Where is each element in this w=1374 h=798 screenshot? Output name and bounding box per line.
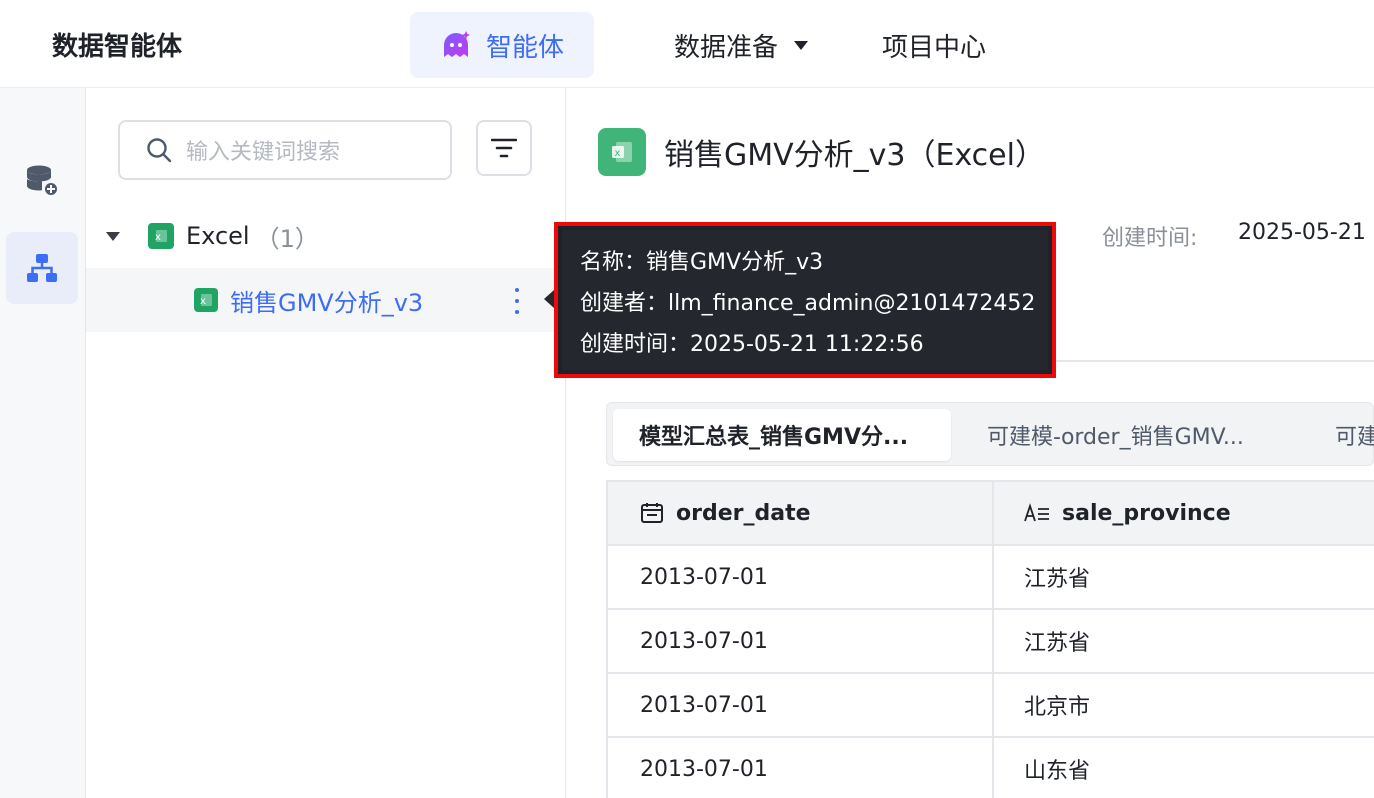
- tree-group-count: （1）: [255, 224, 319, 253]
- tree-group-excel[interactable]: x Excel （1）: [106, 216, 319, 256]
- tooltip-arrow: [544, 290, 554, 308]
- tab-sheet-1[interactable]: 模型汇总表_销售GMV分...: [613, 409, 951, 461]
- tree-group-label: Excel: [186, 222, 250, 250]
- nav-project-center-label: 项目中心: [882, 32, 987, 63]
- column-header-sale-province[interactable]: sale_province: [994, 482, 1374, 544]
- filter-button[interactable]: [476, 120, 532, 176]
- table-cell: 江苏省: [1024, 631, 1091, 656]
- agent-ghost-icon: [443, 31, 470, 57]
- nav-project-center[interactable]: 项目中心: [882, 12, 986, 78]
- data-preview-table: order_date sale_province 2013-07-01 江苏省 …: [606, 480, 1374, 798]
- search-placeholder: 输入关键词搜索: [186, 140, 341, 165]
- search-input[interactable]: 输入关键词搜索: [118, 120, 452, 180]
- filter-icon: [491, 138, 517, 158]
- tab-sheet-3[interactable]: 可建: [1335, 409, 1374, 461]
- table-cell: 2013-07-01: [608, 738, 994, 798]
- table-header: order_date sale_province: [608, 482, 1374, 546]
- svg-text:x: x: [155, 232, 161, 243]
- text-field-icon: [1024, 503, 1049, 522]
- table-cell: 2013-07-01: [608, 610, 994, 672]
- rail-datasource-button[interactable]: [6, 144, 78, 216]
- tab-sheet-2[interactable]: 可建模-order_销售GMV...: [987, 409, 1277, 461]
- tooltip-creator: 创建者：llm_finance_admin@2101472452: [580, 291, 1036, 316]
- more-vertical-icon[interactable]: [510, 288, 524, 314]
- excel-icon: x: [194, 288, 218, 312]
- column-name: sale_province: [1062, 500, 1231, 526]
- rail-model-button[interactable]: [6, 232, 78, 304]
- created-time-value: 2025-05-21 1: [1238, 220, 1374, 245]
- excel-file-icon: x: [598, 128, 646, 176]
- nav-data-prep-label: 数据准备: [674, 32, 779, 63]
- table-row: 2013-07-01 江苏省: [608, 546, 1374, 610]
- tooltip-name: 名称：销售GMV分析_v3: [580, 250, 824, 275]
- table-row: 2013-07-01 山东省: [608, 738, 1374, 798]
- caret-down-icon[interactable]: [106, 231, 120, 241]
- nav-agent-tab[interactable]: 智能体: [410, 12, 594, 78]
- table-cell: 山东省: [1024, 759, 1091, 784]
- brand-title: 数据智能体: [52, 32, 183, 62]
- excel-icon: x: [148, 223, 174, 249]
- sheet-tabs: 模型汇总表_销售GMV分... 可建模-order_销售GMV... 可建: [606, 402, 1374, 466]
- svg-text:x: x: [200, 296, 206, 307]
- table-row: 2013-07-01 江苏省: [608, 610, 1374, 674]
- hierarchy-model-icon: [27, 254, 57, 282]
- dataset-tree-panel: 输入关键词搜索 x Excel （1） x 销售GMV分析_v3: [86, 88, 566, 798]
- table-cell: 2013-07-01: [608, 674, 994, 736]
- tree-item-label: 销售GMV分析_v3: [230, 288, 424, 317]
- svg-text:x: x: [615, 148, 621, 159]
- created-time-label: 创建时间:: [1102, 226, 1198, 251]
- nav-data-prep-menu[interactable]: 数据准备: [674, 12, 809, 78]
- tooltip-created-time: 创建时间：2025-05-21 11:22:56: [580, 332, 924, 357]
- left-icon-rail: [0, 88, 86, 798]
- search-icon: [147, 138, 172, 163]
- file-title: x 销售GMV分析_v3（Excel）: [598, 128, 1045, 176]
- database-add-icon: [27, 165, 59, 197]
- dataset-info-tooltip: 名称：销售GMV分析_v3 创建者：llm_finance_admin@2101…: [554, 222, 1056, 378]
- nav-agent-label: 智能体: [485, 32, 564, 63]
- file-title-text: 销售GMV分析_v3（Excel）: [664, 138, 1045, 173]
- table-cell: 江苏省: [1024, 567, 1091, 592]
- table-cell: 2013-07-01: [608, 546, 994, 608]
- table-cell: 北京市: [1024, 695, 1091, 720]
- calendar-icon: [641, 503, 663, 523]
- caret-down-icon: [794, 40, 809, 50]
- top-navigation-bar: 数据智能体 智能体 数据准备 项目中心: [0, 0, 1374, 88]
- column-name: order_date: [676, 500, 811, 526]
- main-content: x 销售GMV分析_v3（Excel） 2 创建时间: 2025-05-21 1…: [566, 88, 1374, 798]
- tree-item-selected[interactable]: x 销售GMV分析_v3: [86, 268, 566, 332]
- table-row: 2013-07-01 北京市: [608, 674, 1374, 738]
- column-header-order-date[interactable]: order_date: [608, 482, 994, 544]
